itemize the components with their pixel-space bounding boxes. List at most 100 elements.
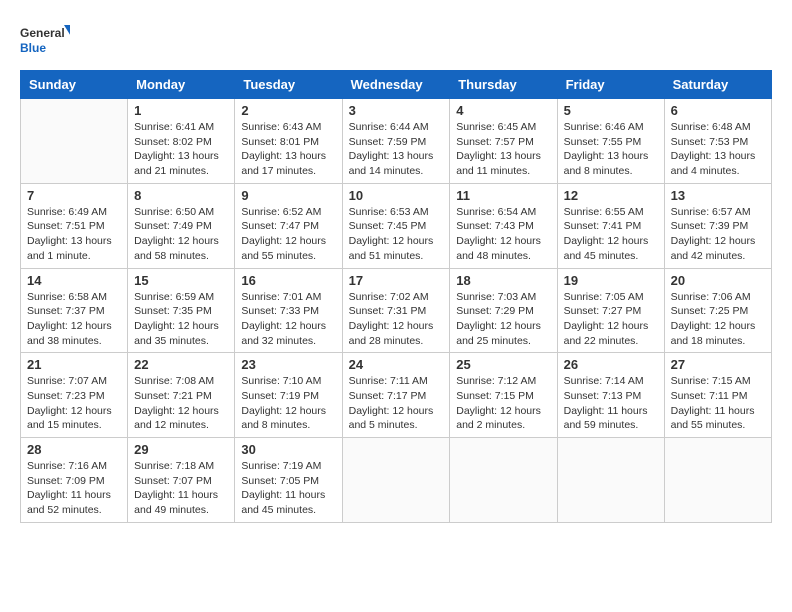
day-header-thursday: Thursday — [450, 71, 557, 99]
day-number: 10 — [349, 188, 444, 203]
calendar-cell: 29 Sunrise: 7:18 AMSunset: 7:07 PMDayligh… — [128, 438, 235, 523]
week-row-0: 1 Sunrise: 6:41 AMSunset: 8:02 PMDaylight… — [21, 99, 772, 184]
cell-sun-info: Sunrise: 7:10 AMSunset: 7:19 PMDaylight:… — [241, 374, 335, 433]
day-number: 7 — [27, 188, 121, 203]
day-number: 1 — [134, 103, 228, 118]
day-number: 11 — [456, 188, 550, 203]
svg-text:Blue: Blue — [20, 41, 46, 55]
cell-sun-info: Sunrise: 6:41 AMSunset: 8:02 PMDaylight:… — [134, 120, 228, 179]
calendar-cell: 8 Sunrise: 6:50 AMSunset: 7:49 PMDaylight… — [128, 183, 235, 268]
calendar-cell: 26 Sunrise: 7:14 AMSunset: 7:13 PMDayligh… — [557, 353, 664, 438]
calendar-cell: 24 Sunrise: 7:11 AMSunset: 7:17 PMDayligh… — [342, 353, 450, 438]
calendar-cell: 3 Sunrise: 6:44 AMSunset: 7:59 PMDaylight… — [342, 99, 450, 184]
day-number: 4 — [456, 103, 550, 118]
day-number: 23 — [241, 357, 335, 372]
cell-sun-info: Sunrise: 7:11 AMSunset: 7:17 PMDaylight:… — [349, 374, 444, 433]
calendar-cell: 20 Sunrise: 7:06 AMSunset: 7:25 PMDayligh… — [664, 268, 771, 353]
cell-sun-info: Sunrise: 6:44 AMSunset: 7:59 PMDaylight:… — [349, 120, 444, 179]
calendar-cell: 6Sunrise: 6:48 AMSunset: 7:53 PMDaylight… — [664, 99, 771, 184]
cell-sun-info: Sunrise: 6:49 AMSunset: 7:51 PMDaylight:… — [27, 205, 121, 264]
day-number: 22 — [134, 357, 228, 372]
day-number: 13 — [671, 188, 765, 203]
day-header-tuesday: Tuesday — [235, 71, 342, 99]
day-number: 18 — [456, 273, 550, 288]
day-number: 27 — [671, 357, 765, 372]
calendar-cell: 10 Sunrise: 6:53 AMSunset: 7:45 PMDayligh… — [342, 183, 450, 268]
cell-sun-info: Sunrise: 7:01 AMSunset: 7:33 PMDaylight:… — [241, 290, 335, 349]
cell-sun-info: Sunrise: 6:45 AMSunset: 7:57 PMDaylight:… — [456, 120, 550, 179]
cell-sun-info: Sunrise: 6:46 AMSunset: 7:55 PMDaylight:… — [564, 120, 658, 179]
calendar-cell: 17 Sunrise: 7:02 AMSunset: 7:31 PMDayligh… — [342, 268, 450, 353]
cell-sun-info: Sunrise: 6:59 AMSunset: 7:35 PMDaylight:… — [134, 290, 228, 349]
day-header-monday: Monday — [128, 71, 235, 99]
week-row-2: 14 Sunrise: 6:58 AMSunset: 7:37 PMDayligh… — [21, 268, 772, 353]
page-header: General Blue — [20, 20, 772, 60]
day-number: 14 — [27, 273, 121, 288]
calendar-cell: 11 Sunrise: 6:54 AMSunset: 7:43 PMDayligh… — [450, 183, 557, 268]
day-number: 5 — [564, 103, 658, 118]
cell-sun-info: Sunrise: 7:16 AMSunset: 7:09 PMDaylight:… — [27, 459, 121, 518]
calendar-cell: 1 Sunrise: 6:41 AMSunset: 8:02 PMDaylight… — [128, 99, 235, 184]
day-number: 19 — [564, 273, 658, 288]
day-number: 24 — [349, 357, 444, 372]
day-number: 26 — [564, 357, 658, 372]
calendar-cell: 2 Sunrise: 6:43 AMSunset: 8:01 PMDaylight… — [235, 99, 342, 184]
calendar-cell: 4 Sunrise: 6:45 AMSunset: 7:57 PMDaylight… — [450, 99, 557, 184]
calendar-cell — [21, 99, 128, 184]
cell-sun-info: Sunrise: 6:58 AMSunset: 7:37 PMDaylight:… — [27, 290, 121, 349]
day-number: 2 — [241, 103, 335, 118]
day-number: 30 — [241, 442, 335, 457]
calendar-cell — [342, 438, 450, 523]
calendar-cell — [664, 438, 771, 523]
cell-sun-info: Sunrise: 7:02 AMSunset: 7:31 PMDaylight:… — [349, 290, 444, 349]
cell-sun-info: Sunrise: 6:54 AMSunset: 7:43 PMDaylight:… — [456, 205, 550, 264]
cell-sun-info: Sunrise: 7:12 AMSunset: 7:15 PMDaylight:… — [456, 374, 550, 433]
week-row-1: 7 Sunrise: 6:49 AMSunset: 7:51 PMDaylight… — [21, 183, 772, 268]
calendar-cell: 15Sunrise: 6:59 AMSunset: 7:35 PMDayligh… — [128, 268, 235, 353]
day-header-sunday: Sunday — [21, 71, 128, 99]
cell-sun-info: Sunrise: 7:08 AMSunset: 7:21 PMDaylight:… — [134, 374, 228, 433]
day-header-friday: Friday — [557, 71, 664, 99]
cell-sun-info: Sunrise: 6:57 AMSunset: 7:39 PMDaylight:… — [671, 205, 765, 264]
cell-sun-info: Sunrise: 7:19 AMSunset: 7:05 PMDaylight:… — [241, 459, 335, 518]
day-number: 12 — [564, 188, 658, 203]
cell-sun-info: Sunrise: 7:18 AMSunset: 7:07 PMDaylight:… — [134, 459, 228, 518]
day-number: 28 — [27, 442, 121, 457]
day-number: 29 — [134, 442, 228, 457]
calendar-cell: 18Sunrise: 7:03 AMSunset: 7:29 PMDayligh… — [450, 268, 557, 353]
calendar-cell: 22 Sunrise: 7:08 AMSunset: 7:21 PMDayligh… — [128, 353, 235, 438]
cell-sun-info: Sunrise: 6:43 AMSunset: 8:01 PMDaylight:… — [241, 120, 335, 179]
day-number: 8 — [134, 188, 228, 203]
calendar-cell: 30 Sunrise: 7:19 AMSunset: 7:05 PMDayligh… — [235, 438, 342, 523]
calendar-table: SundayMondayTuesdayWednesdayThursdayFrid… — [20, 70, 772, 523]
day-number: 3 — [349, 103, 444, 118]
calendar-cell: 19Sunrise: 7:05 AMSunset: 7:27 PMDayligh… — [557, 268, 664, 353]
svg-text:General: General — [20, 26, 65, 40]
cell-sun-info: Sunrise: 6:50 AMSunset: 7:49 PMDaylight:… — [134, 205, 228, 264]
calendar-cell: 28 Sunrise: 7:16 AMSunset: 7:09 PMDayligh… — [21, 438, 128, 523]
day-number: 9 — [241, 188, 335, 203]
cell-sun-info: Sunrise: 7:07 AMSunset: 7:23 PMDaylight:… — [27, 374, 121, 433]
cell-sun-info: Sunrise: 6:48 AMSunset: 7:53 PMDaylight:… — [671, 120, 765, 179]
calendar-cell: 27 Sunrise: 7:15 AMSunset: 7:11 PMDayligh… — [664, 353, 771, 438]
day-number: 17 — [349, 273, 444, 288]
cell-sun-info: Sunrise: 6:53 AMSunset: 7:45 PMDaylight:… — [349, 205, 444, 264]
cell-sun-info: Sunrise: 7:06 AMSunset: 7:25 PMDaylight:… — [671, 290, 765, 349]
logo-svg: General Blue — [20, 20, 70, 60]
calendar-cell: 21 Sunrise: 7:07 AMSunset: 7:23 PMDayligh… — [21, 353, 128, 438]
calendar-cell: 9 Sunrise: 6:52 AMSunset: 7:47 PMDaylight… — [235, 183, 342, 268]
day-header-saturday: Saturday — [664, 71, 771, 99]
calendar-cell — [450, 438, 557, 523]
day-number: 20 — [671, 273, 765, 288]
day-number: 21 — [27, 357, 121, 372]
calendar-cell — [557, 438, 664, 523]
week-row-4: 28 Sunrise: 7:16 AMSunset: 7:09 PMDayligh… — [21, 438, 772, 523]
header-row: SundayMondayTuesdayWednesdayThursdayFrid… — [21, 71, 772, 99]
day-header-wednesday: Wednesday — [342, 71, 450, 99]
calendar-cell: 12Sunrise: 6:55 AMSunset: 7:41 PMDayligh… — [557, 183, 664, 268]
calendar-cell: 23 Sunrise: 7:10 AMSunset: 7:19 PMDayligh… — [235, 353, 342, 438]
calendar-cell: 25Sunrise: 7:12 AMSunset: 7:15 PMDayligh… — [450, 353, 557, 438]
cell-sun-info: Sunrise: 7:15 AMSunset: 7:11 PMDaylight:… — [671, 374, 765, 433]
cell-sun-info: Sunrise: 6:52 AMSunset: 7:47 PMDaylight:… — [241, 205, 335, 264]
cell-sun-info: Sunrise: 7:14 AMSunset: 7:13 PMDaylight:… — [564, 374, 658, 433]
